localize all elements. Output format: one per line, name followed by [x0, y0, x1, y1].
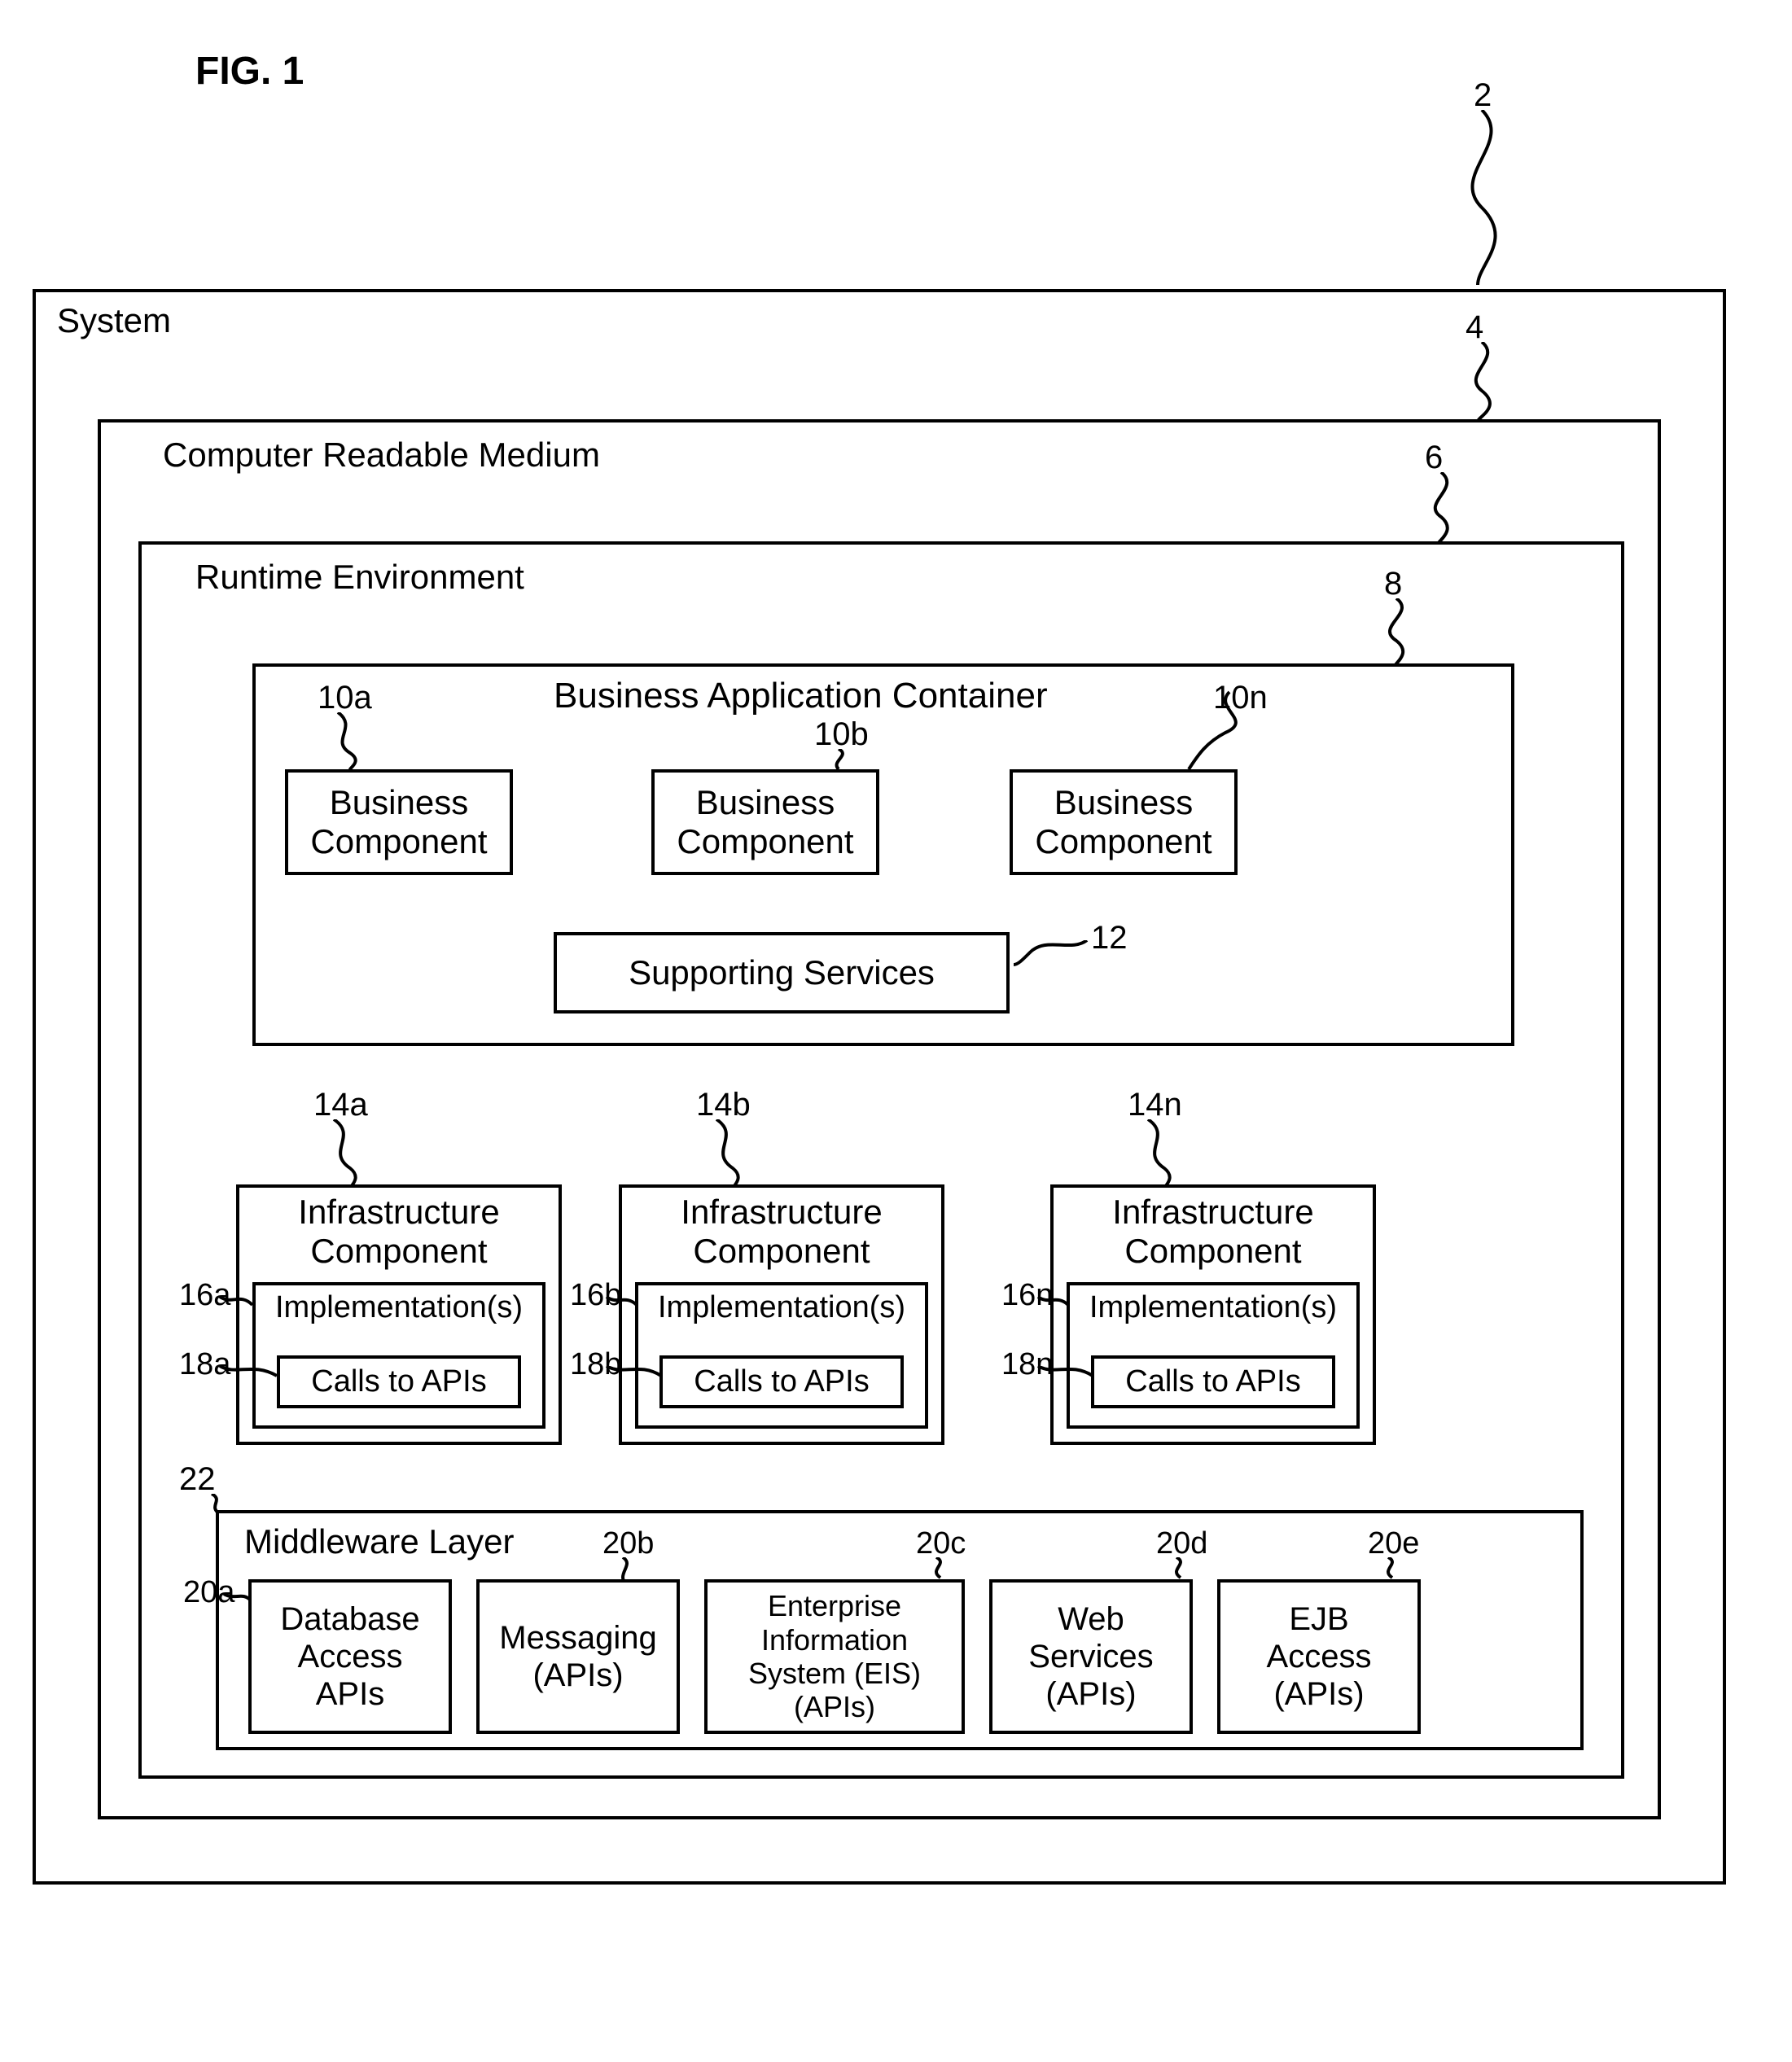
label-biz-a: BusinessComponent — [310, 783, 487, 862]
box-biz-n: BusinessComponent — [1010, 769, 1238, 875]
box-supporting: Supporting Services — [554, 932, 1010, 1013]
box-biz-b: BusinessComponent — [651, 769, 879, 875]
diagram-canvas: 2 System 4 Computer Readable Medium 6 Ru… — [33, 126, 1742, 1917]
label-db: DatabaseAccessAPIs — [280, 1600, 419, 1713]
ref-20c: 20c — [916, 1526, 966, 1561]
label-web: WebServices(APIs) — [1028, 1600, 1153, 1713]
label-infra-n: InfrastructureComponent — [1050, 1193, 1376, 1272]
ref-14n: 14n — [1128, 1087, 1182, 1123]
ref-4: 4 — [1466, 309, 1483, 346]
label-medium: Computer Readable Medium — [163, 436, 600, 475]
label-biz-n: BusinessComponent — [1035, 783, 1211, 862]
label-msg: Messaging(APIs) — [499, 1619, 656, 1694]
label-impl-b: Implementation(s) — [635, 1290, 928, 1326]
label-calls-a: Calls to APIs — [311, 1364, 486, 1400]
box-msg: Messaging(APIs) — [476, 1579, 680, 1734]
ref-8: 8 — [1384, 566, 1402, 602]
label-system: System — [57, 301, 171, 340]
ref-14b: 14b — [696, 1087, 751, 1123]
box-db: DatabaseAccessAPIs — [248, 1579, 452, 1734]
label-infra-a: InfrastructureComponent — [236, 1193, 562, 1272]
label-ejb: EJBAccess(APIs) — [1267, 1600, 1372, 1713]
ref-10b: 10b — [814, 716, 869, 753]
label-impl-n: Implementation(s) — [1067, 1290, 1360, 1326]
box-ejb: EJBAccess(APIs) — [1217, 1579, 1421, 1734]
ref-20e: 20e — [1368, 1526, 1419, 1561]
ref-12: 12 — [1091, 920, 1128, 957]
ref-20b: 20b — [602, 1526, 654, 1561]
figure-title: FIG. 1 — [195, 49, 1759, 94]
label-middleware: Middleware Layer — [244, 1522, 515, 1561]
label-runtime: Runtime Environment — [195, 558, 524, 597]
label-calls-b: Calls to APIs — [694, 1364, 869, 1400]
label-container: Business Application Container — [554, 676, 1048, 716]
ref-2: 2 — [1474, 77, 1492, 114]
label-eis: EnterpriseInformationSystem (EIS)(APIs) — [748, 1589, 921, 1724]
ref-20d: 20d — [1156, 1526, 1207, 1561]
box-eis: EnterpriseInformationSystem (EIS)(APIs) — [704, 1579, 965, 1734]
ref-10a: 10a — [318, 680, 372, 716]
ref-14a: 14a — [313, 1087, 368, 1123]
box-web: WebServices(APIs) — [989, 1579, 1193, 1734]
label-infra-b: InfrastructureComponent — [619, 1193, 944, 1272]
label-biz-b: BusinessComponent — [677, 783, 853, 862]
box-calls-a: Calls to APIs — [277, 1355, 521, 1408]
label-supporting: Supporting Services — [629, 953, 935, 992]
box-calls-n: Calls to APIs — [1091, 1355, 1335, 1408]
box-calls-b: Calls to APIs — [659, 1355, 904, 1408]
ref-22: 22 — [179, 1461, 216, 1498]
box-biz-a: BusinessComponent — [285, 769, 513, 875]
ref-6: 6 — [1425, 440, 1443, 476]
label-calls-n: Calls to APIs — [1125, 1364, 1300, 1400]
label-impl-a: Implementation(s) — [252, 1290, 545, 1326]
